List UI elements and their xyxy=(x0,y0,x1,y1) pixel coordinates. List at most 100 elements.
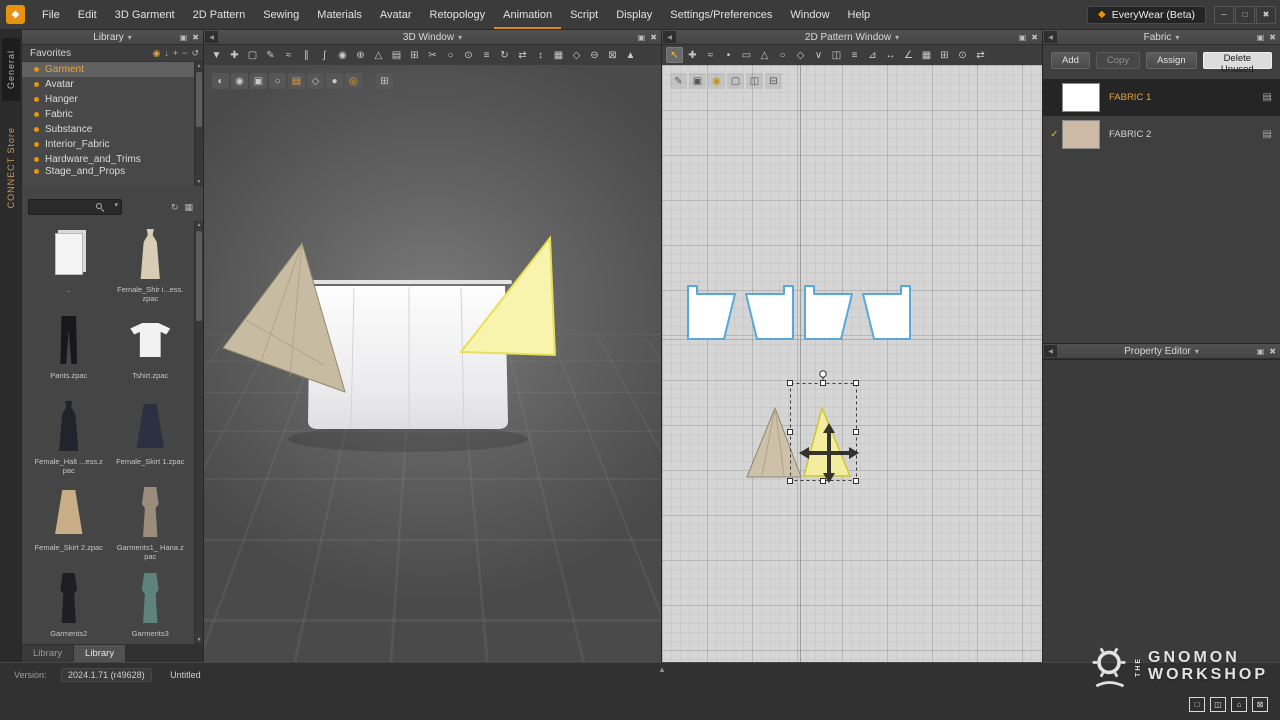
edit-texture-icon[interactable]: ✎ xyxy=(670,73,687,89)
3d-viewport[interactable]: ◐ ◉ ▣ ○ ▤ ◇ ● ◎ ⊞ xyxy=(204,65,661,662)
collapse-2d-icon[interactable]: ◀ xyxy=(663,31,676,43)
menu-item[interactable]: Window xyxy=(781,0,838,29)
segment-sewing-icon[interactable]: ∥ xyxy=(298,47,315,63)
delete-unused-button[interactable]: Delete Unused xyxy=(1202,52,1272,75)
library-item[interactable]: Garments1_ Hana.zpac xyxy=(110,483,192,567)
library-category[interactable]: Fabric xyxy=(22,107,203,122)
pattern-2d-tan[interactable] xyxy=(746,406,802,478)
wind-icon[interactable]: ▲ xyxy=(622,47,639,63)
library-tab[interactable]: Library xyxy=(74,645,127,662)
select-move-icon[interactable]: ✚ xyxy=(226,47,243,63)
tack-icon[interactable]: ⊕ xyxy=(352,47,369,63)
print-layout-icon[interactable]: ⊞ xyxy=(936,47,953,63)
2d-viewport[interactable]: ✎ ▣ ◉ ▢ ◫ ⊟ xyxy=(662,65,1042,662)
scrollbar-thumb[interactable] xyxy=(196,231,202,321)
pattern-piece[interactable] xyxy=(687,285,736,340)
pen-3d-icon[interactable]: ✎ xyxy=(262,47,279,63)
library-item[interactable]: Female_Halt ...ess.zpac xyxy=(28,397,110,481)
transform-pattern-icon[interactable]: ↖ xyxy=(666,47,683,63)
menu-item[interactable]: 3D Garment xyxy=(106,0,184,29)
zoom-tool-icon[interactable]: ⊙ xyxy=(954,47,971,63)
undock-icon[interactable]: ▣ xyxy=(1019,33,1027,42)
pattern-piece[interactable] xyxy=(862,285,911,340)
library-category[interactable]: Hardware_and_Trims xyxy=(22,152,203,167)
add-favorite-icon[interactable]: + xyxy=(173,48,178,59)
library-item[interactable]: Pants.zpac xyxy=(28,311,110,395)
library-item[interactable]: .. xyxy=(28,225,110,309)
fabric-save-icon[interactable]: ▤ xyxy=(1263,92,1272,103)
library-scrollbar[interactable]: ▲ ▼ xyxy=(194,221,203,644)
remove-favorite-icon[interactable]: − xyxy=(182,48,187,59)
trace-tool-icon[interactable]: ◫ xyxy=(828,47,845,63)
grid-snap-icon[interactable]: ⊞ xyxy=(406,47,423,63)
texture-editor-icon[interactable]: ▦ xyxy=(918,47,935,63)
edit-sewing-icon[interactable]: ≈ xyxy=(280,47,297,63)
library-item[interactable]: Female_Skirt 1.zpac xyxy=(110,397,192,481)
split-view-icon[interactable]: ◫ xyxy=(1210,697,1226,712)
download-icon[interactable]: ↓ xyxy=(164,48,169,59)
3d-window-header[interactable]: ◀ 3D Window ▾ ▣ ✖ xyxy=(204,30,661,45)
angle-icon[interactable]: ∠ xyxy=(900,47,917,63)
chevron-down-icon[interactable]: ▾ xyxy=(895,33,899,42)
frames-icon[interactable]: □ xyxy=(1189,697,1205,712)
fabric-swatch[interactable] xyxy=(1062,120,1100,149)
chevron-down-icon[interactable]: ▾ xyxy=(458,33,462,42)
measure-icon[interactable]: ↕ xyxy=(532,47,549,63)
undock-icon[interactable]: ▣ xyxy=(638,33,646,42)
zipper-icon[interactable]: ⊖ xyxy=(586,47,603,63)
restore-icon[interactable]: □ xyxy=(1235,5,1255,24)
texture-icon[interactable]: ▦ xyxy=(550,47,567,63)
menu-item[interactable]: Edit xyxy=(69,0,106,29)
library-item[interactable]: Female_Skirt 2.zpac xyxy=(28,483,110,567)
grid-close-icon[interactable]: ⊠ xyxy=(1252,697,1268,712)
menu-item[interactable]: File xyxy=(33,0,69,29)
undock-icon[interactable]: ▣ xyxy=(1257,33,1265,42)
pattern-piece[interactable] xyxy=(804,285,853,340)
menu-item[interactable]: Sewing xyxy=(254,0,308,29)
tab-general[interactable]: General xyxy=(1,38,20,102)
library-item[interactable]: Tshirt.zpac xyxy=(110,311,192,395)
scroll-up-icon[interactable]: ▲ xyxy=(195,221,203,229)
library-category[interactable]: Substance xyxy=(22,122,203,137)
undock-icon[interactable]: ▣ xyxy=(180,33,188,42)
scroll-down-icon[interactable]: ▼ xyxy=(195,636,203,644)
tab-connect-store[interactable]: CONNECT Store xyxy=(2,117,20,218)
rectangle-tool-icon[interactable]: ▭ xyxy=(738,47,755,63)
render-style-icon[interactable]: ◐ xyxy=(212,73,229,89)
symmetry-icon[interactable]: ⇄ xyxy=(972,47,989,63)
refresh-icon[interactable]: ↺ xyxy=(191,48,199,59)
menu-item[interactable]: 2D Pattern xyxy=(184,0,255,29)
menu-item[interactable]: Animation xyxy=(494,0,561,29)
layer-icon[interactable]: ≡ xyxy=(478,47,495,63)
button-tool-icon[interactable]: ◇ xyxy=(568,47,585,63)
steam-icon[interactable]: ○ xyxy=(442,47,459,63)
fabric-save-icon[interactable]: ▤ xyxy=(1263,129,1272,140)
close-icon[interactable]: ✖ xyxy=(650,33,657,42)
assign-fabric-button[interactable]: Assign xyxy=(1146,52,1197,69)
dart-tool-icon[interactable]: ◇ xyxy=(792,47,809,63)
edit-curvature-icon[interactable]: ≈ xyxy=(702,47,719,63)
close-icon[interactable]: ✖ xyxy=(1031,33,1038,42)
library-tab[interactable]: Library xyxy=(22,645,75,662)
scene-options-icon[interactable]: ⊞ xyxy=(376,73,393,89)
topstitch-icon[interactable]: ⊠ xyxy=(604,47,621,63)
simulate-icon[interactable]: ▼ xyxy=(208,47,225,63)
fabric-panel-header[interactable]: ◀ Fabric ▾ ▣ ✖ xyxy=(1043,30,1280,45)
collapse-3d-icon[interactable]: ◀ xyxy=(205,31,218,43)
library-item[interactable]: Garments3 xyxy=(110,569,192,641)
add-point-icon[interactable]: • xyxy=(720,47,737,63)
close-icon[interactable]: ✖ xyxy=(192,33,199,42)
menu-item[interactable]: Materials xyxy=(308,0,371,29)
show-base-pattern-icon[interactable]: ▢ xyxy=(727,73,744,89)
library-item[interactable]: Female_Shir i...ess.zpac xyxy=(110,225,192,309)
app-logo-icon[interactable]: ◆ xyxy=(6,5,25,24)
fabric-swatch[interactable] xyxy=(1062,83,1100,112)
select-box-icon[interactable]: ▢ xyxy=(244,47,261,63)
library-category[interactable]: Garment xyxy=(22,62,203,77)
free-sewing-icon[interactable]: ∫ xyxy=(316,47,333,63)
rotate-handle[interactable] xyxy=(819,370,827,378)
chevron-down-icon[interactable]: ▾ xyxy=(128,33,132,42)
show-layers-icon[interactable]: ◫ xyxy=(746,73,763,89)
print-preview-icon[interactable]: ⊟ xyxy=(765,73,782,89)
chevron-down-icon[interactable]: ▾ xyxy=(1195,347,1199,356)
